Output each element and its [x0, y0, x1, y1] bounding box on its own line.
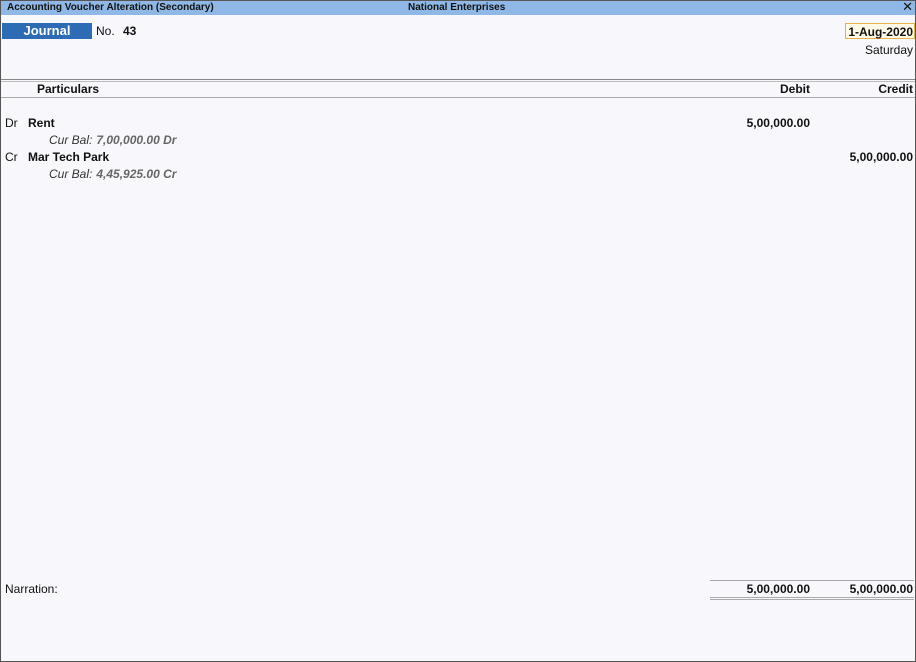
debit-amount[interactable]: 5,00,000.00 [747, 116, 810, 130]
ledger-entry-row[interactable]: Dr Rent 5,00,000.00 [0, 116, 916, 132]
ledger-name[interactable]: Mar Tech Park [28, 150, 109, 164]
current-balance-label: Cur Bal: [49, 133, 93, 147]
company-name: National Enterprises [408, 2, 506, 13]
total-divider [710, 597, 914, 598]
voucher-type[interactable]: Journal [2, 23, 92, 39]
window-title: Accounting Voucher Alteration (Secondary… [7, 2, 214, 13]
entry-side[interactable]: Cr [5, 150, 18, 164]
title-bar: Accounting Voucher Alteration (Secondary… [1, 0, 915, 15]
voucher-date-field[interactable]: 1-Aug-2020 [845, 23, 915, 39]
current-balance-value: 7,00,000.00 Dr [96, 133, 177, 147]
voucher-window [0, 0, 916, 662]
voucher-number[interactable]: 43 [123, 24, 136, 38]
ledger-name[interactable]: Rent [28, 116, 55, 130]
total-debit: 5,00,000.00 [746, 582, 810, 596]
close-icon[interactable]: ✕ [902, 0, 913, 14]
voucher-day: Saturday [864, 43, 913, 57]
total-credit: 5,00,000.00 [849, 582, 913, 596]
column-header-debit: Debit [780, 82, 810, 96]
header-divider [1, 81, 915, 82]
column-header-particulars: Particulars [37, 82, 100, 96]
current-balance: Cur Bal: 7,00,000.00 Dr [49, 133, 176, 147]
ledger-entry-row[interactable]: Cr Mar Tech Park 5,00,000.00 [0, 150, 916, 166]
header-divider [1, 97, 915, 98]
column-header-credit: Credit [878, 82, 913, 96]
credit-amount[interactable]: 5,00,000.00 [850, 150, 913, 164]
total-divider [710, 580, 914, 581]
current-balance-value: 4,45,925.00 Cr [96, 167, 177, 181]
narration-label[interactable]: Narration: [5, 582, 58, 596]
current-balance: Cur Bal: 4,45,925.00 Cr [49, 167, 176, 181]
entry-side[interactable]: Dr [5, 116, 18, 130]
current-balance-label: Cur Bal: [49, 167, 93, 181]
header-divider [1, 79, 915, 80]
total-divider [710, 599, 914, 600]
voucher-number-label: No. [96, 24, 115, 38]
